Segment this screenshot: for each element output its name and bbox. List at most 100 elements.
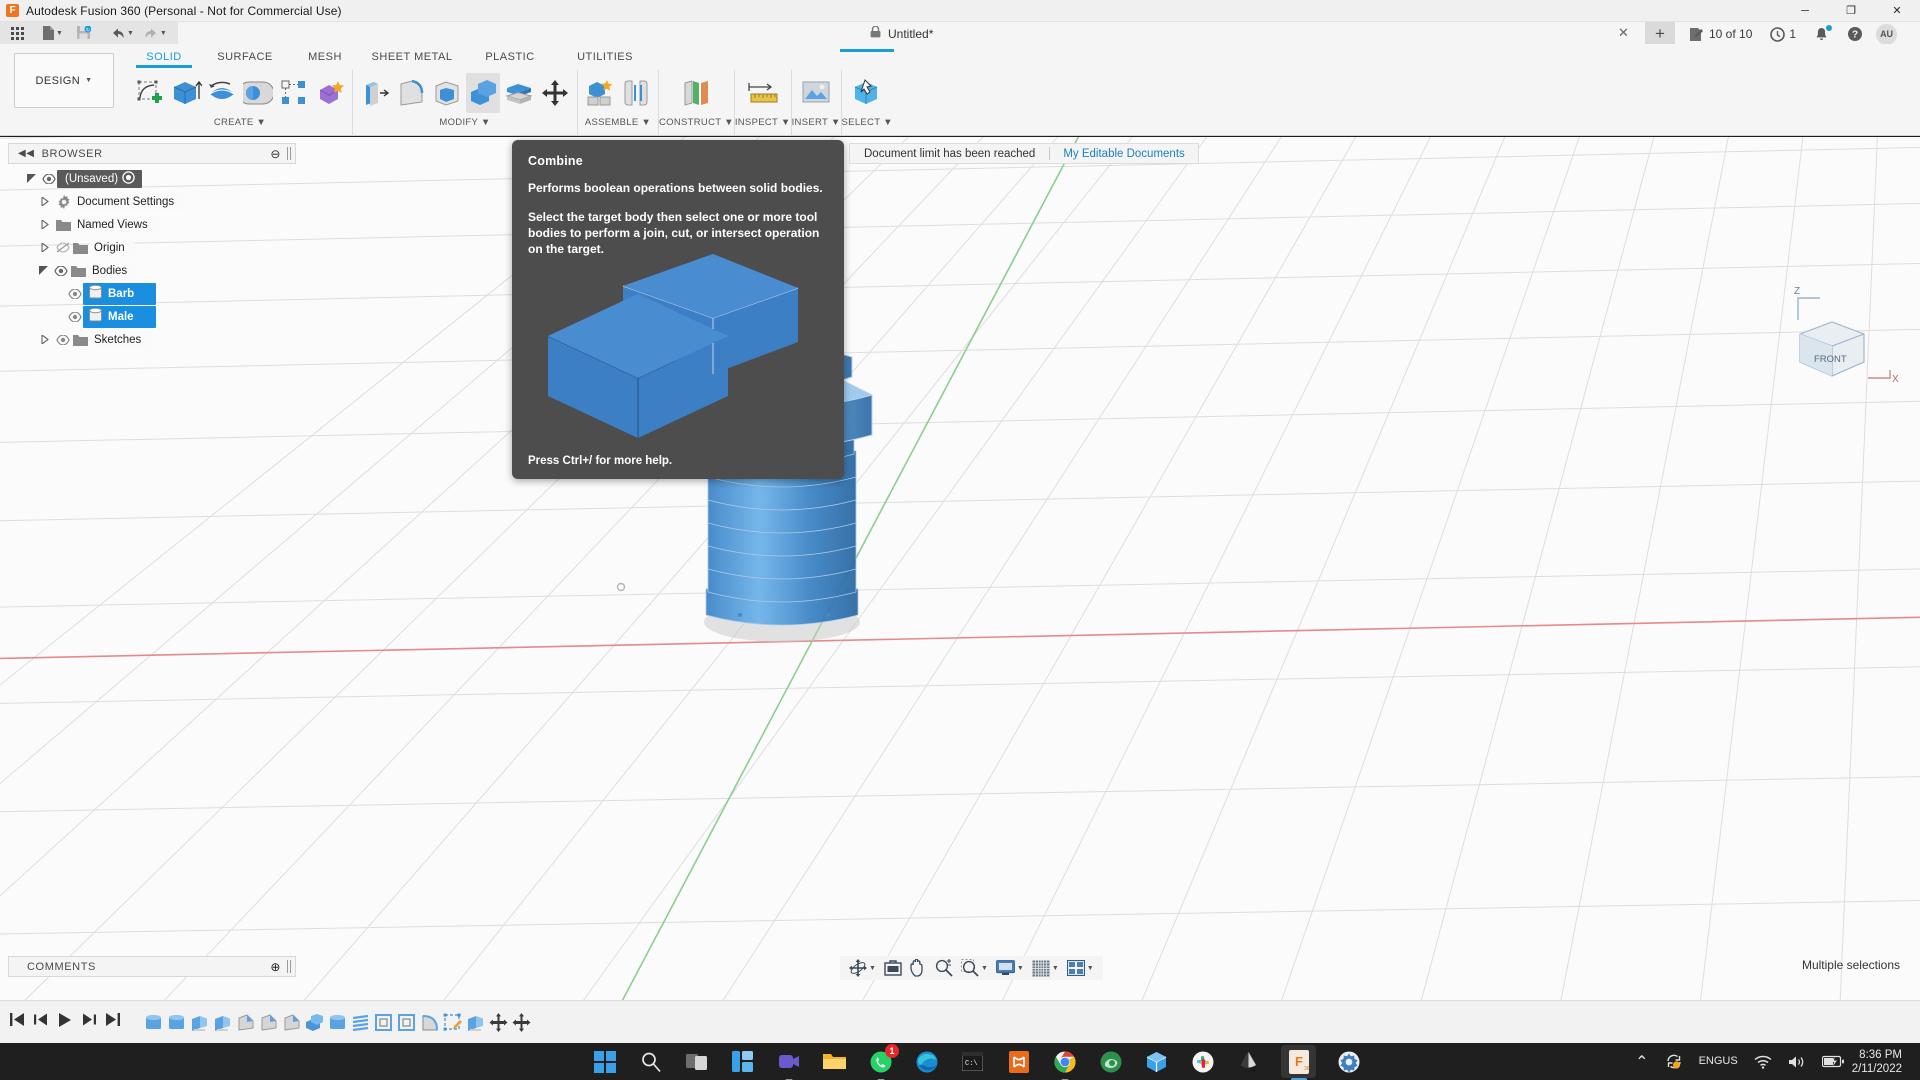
expand-arrow-down-icon[interactable] (34, 266, 52, 275)
new-document-icon[interactable]: ▼ (37, 22, 68, 44)
ribbon-group-label[interactable]: INSPECT ▼ (735, 117, 791, 128)
ribbon-group-label[interactable]: INSERT ▼ (792, 117, 841, 128)
revolve-icon[interactable] (205, 73, 239, 113)
wifi-icon[interactable] (1746, 1043, 1780, 1080)
teams-icon[interactable] (775, 1048, 802, 1075)
tree-item-document-settings[interactable]: Document Settings (8, 190, 296, 213)
ribbon-group-label[interactable]: CONSTRUCT ▼ (659, 117, 734, 128)
tab-surface[interactable]: SURFACE (200, 49, 290, 68)
chevron-down-icon[interactable]: ▼ (56, 30, 63, 37)
fillet-icon[interactable] (394, 73, 428, 113)
chevron-down-icon[interactable]: ▼ (1087, 965, 1094, 972)
timeline-feature-fillet[interactable] (418, 1009, 441, 1035)
visibility-eye-icon[interactable] (54, 334, 71, 345)
battery-charging-icon[interactable] (1814, 1043, 1852, 1080)
chevron-down-icon[interactable]: ▼ (160, 30, 167, 37)
tree-item-male[interactable]: Male (8, 305, 296, 328)
language-indicator[interactable]: ENG US (1691, 1043, 1746, 1080)
chevron-down-icon[interactable]: ▼ (981, 965, 988, 972)
timeline-feature-move[interactable] (487, 1009, 510, 1035)
terminal-icon[interactable]: C:\ (959, 1048, 986, 1075)
file-explorer-icon[interactable] (821, 1048, 848, 1075)
expand-arrow-right-icon[interactable] (36, 197, 54, 206)
offset-face-icon[interactable] (502, 73, 536, 113)
tree-item-barb[interactable]: Barb (8, 282, 296, 305)
zoom-icon[interactable] (931, 956, 957, 980)
close-button[interactable]: ✕ (1874, 0, 1920, 22)
timeline-feature-chamfer[interactable] (280, 1009, 303, 1035)
timeline-feature-thread[interactable] (349, 1009, 372, 1035)
tree-item-bodies[interactable]: Bodies (8, 259, 296, 282)
ribbon-group-label[interactable]: SELECT ▼ (842, 117, 893, 128)
sync-icon[interactable] (1657, 1043, 1691, 1080)
look-at-icon[interactable] (880, 956, 906, 980)
task-view-icon[interactable] (683, 1048, 710, 1075)
measure-icon[interactable] (746, 73, 780, 113)
inkscape-icon[interactable] (1235, 1048, 1262, 1075)
timeline-feature-extrude[interactable] (464, 1009, 487, 1035)
timeline-feature-chamfer[interactable] (234, 1009, 257, 1035)
slack-icon[interactable] (1189, 1048, 1216, 1075)
tab-plastic[interactable]: PLASTIC (464, 49, 556, 68)
new-component-icon[interactable] (583, 73, 617, 113)
timeline-feature-chamfer[interactable] (257, 1009, 280, 1035)
visibility-eye-icon[interactable] (40, 173, 57, 184)
tree-item-sketches[interactable]: Sketches (8, 328, 296, 351)
tab-mesh[interactable]: MESH (290, 49, 360, 68)
timeline-feature-combine[interactable] (303, 1009, 326, 1035)
shell-icon[interactable] (430, 73, 464, 113)
workspace-selector[interactable]: DESIGN ▼ (14, 53, 114, 108)
tray-expand-chevron-icon[interactable]: ⌃ (1627, 1043, 1656, 1080)
search-icon[interactable] (637, 1048, 664, 1075)
timeline-feature-move[interactable] (510, 1009, 533, 1035)
editable-documents-counter[interactable]: 10 of 10 (1680, 22, 1761, 46)
step-forward-icon[interactable] (82, 1013, 96, 1031)
volume-icon[interactable] (1780, 1043, 1814, 1080)
save-icon[interactable]: ↻ (72, 22, 96, 44)
package-icon[interactable] (1143, 1048, 1170, 1075)
expand-arrow-right-icon[interactable] (36, 220, 54, 229)
visibility-eye-hidden-icon[interactable] (54, 242, 71, 253)
close-tab-icon[interactable]: ✕ (1618, 25, 1629, 41)
play-icon[interactable] (58, 1012, 72, 1032)
redo-icon[interactable]: ▼ (139, 22, 172, 44)
add-comment-icon[interactable]: ⊕ (270, 960, 281, 974)
settings-icon[interactable] (1335, 1048, 1362, 1075)
timeline-feature-extrude[interactable] (211, 1009, 234, 1035)
whatsapp-icon[interactable]: 1 (867, 1044, 899, 1075)
visibility-eye-icon[interactable] (66, 311, 83, 322)
timeline-feature-extrude[interactable] (188, 1009, 211, 1035)
orbit-icon[interactable]: ▼ (845, 956, 880, 980)
widgets-icon[interactable] (729, 1048, 756, 1075)
job-status-indicator[interactable]: 1 (1761, 22, 1805, 46)
zoom-window-icon[interactable]: ▼ (957, 956, 992, 980)
pattern-icon[interactable] (277, 73, 311, 113)
chevron-down-icon[interactable]: ▼ (127, 30, 134, 37)
tab-sheet-metal[interactable]: SHEET METAL (360, 49, 464, 68)
xmind-icon[interactable] (1005, 1048, 1032, 1075)
app-grid-icon[interactable] (6, 22, 29, 44)
panel-resize-handle[interactable] (287, 147, 292, 160)
timeline-feature-extrude[interactable] (326, 1009, 349, 1035)
visibility-eye-icon[interactable] (52, 265, 69, 276)
tab-solid[interactable]: SOLID (128, 49, 200, 68)
collapse-left-icon[interactable]: ◀◀ (18, 148, 35, 159)
edge-icon[interactable] (913, 1048, 940, 1075)
grid-snap-icon[interactable]: ▼ (1028, 956, 1063, 980)
jump-start-icon[interactable] (10, 1013, 24, 1031)
ribbon-group-label[interactable]: ASSEMBLE ▼ (585, 117, 651, 128)
maximize-button[interactable]: ❐ (1828, 0, 1874, 22)
extrude-icon[interactable] (169, 73, 203, 113)
sweep-icon[interactable] (241, 73, 275, 113)
minimize-button[interactable]: ─ (1782, 0, 1828, 22)
viewports-icon[interactable]: ▼ (1063, 956, 1098, 980)
insert-image-icon[interactable] (799, 73, 833, 113)
notifications-bell-icon[interactable] (1805, 22, 1838, 46)
clock[interactable]: 8:36 PM 2/11/2022 (1852, 1048, 1912, 1076)
expand-arrow-right-icon[interactable] (36, 243, 54, 252)
collapse-all-icon[interactable]: ⊖ (270, 147, 281, 161)
ribbon-group-label[interactable]: MODIFY ▼ (439, 117, 490, 128)
undo-icon[interactable]: ▼ (106, 22, 139, 44)
timeline-feature-sketch[interactable] (441, 1009, 464, 1035)
press-pull-icon[interactable] (358, 73, 392, 113)
